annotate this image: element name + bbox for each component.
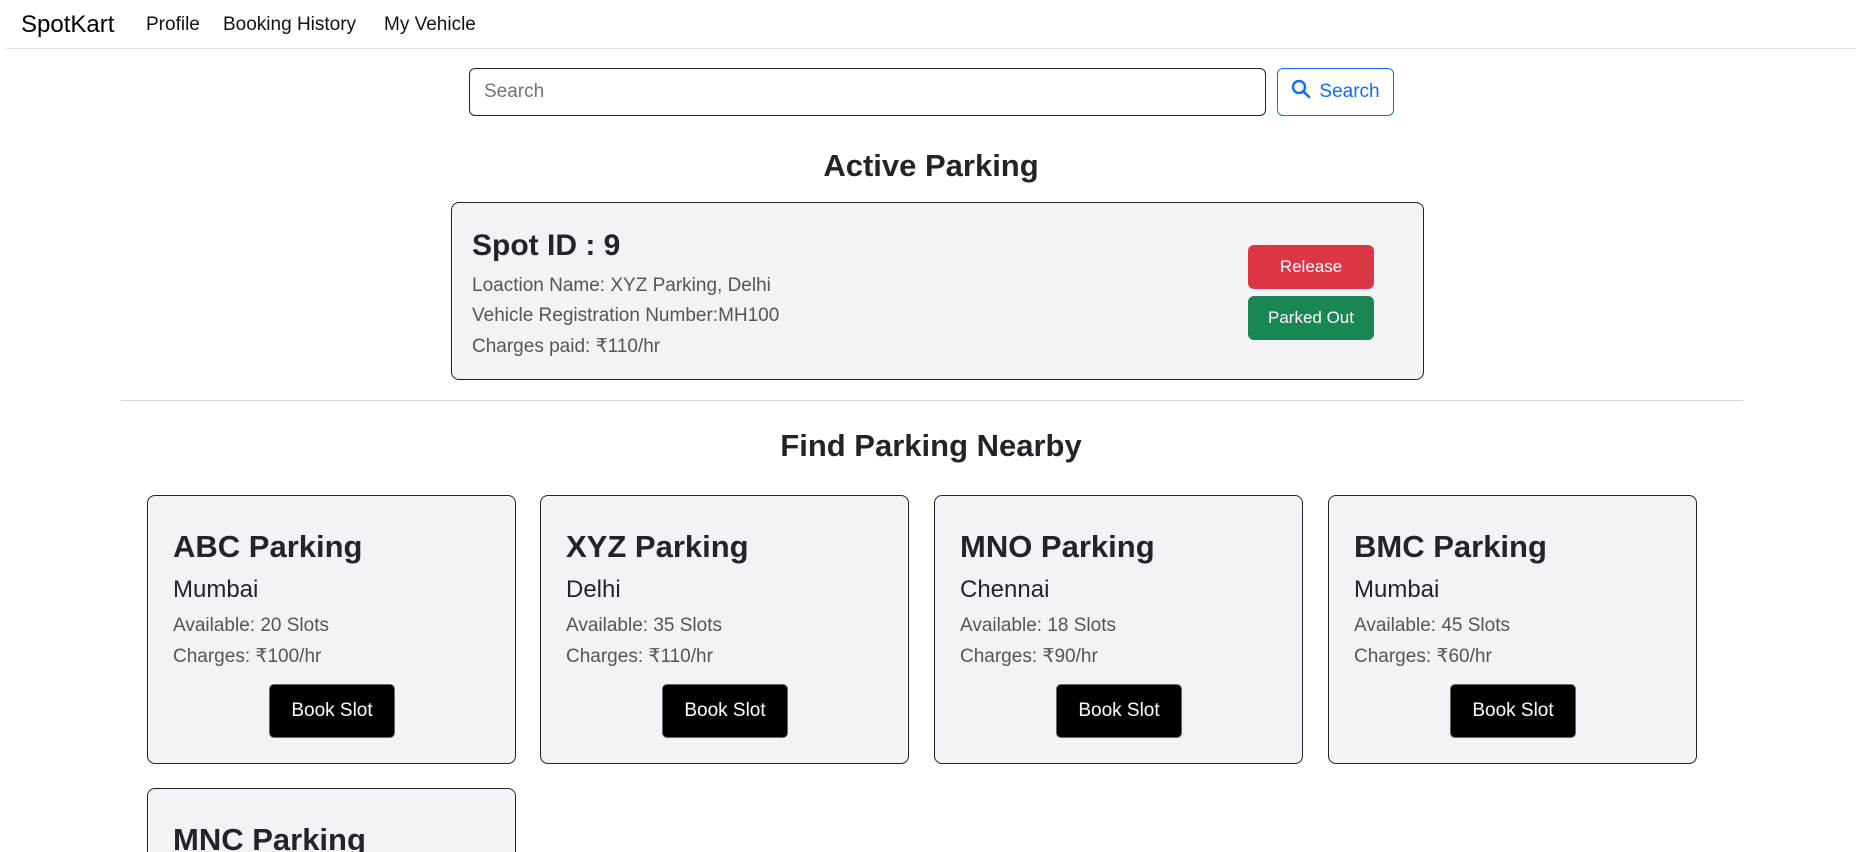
- parking-city: Mumbai: [1354, 576, 1440, 603]
- brand-logo[interactable]: SpotKart: [21, 11, 114, 39]
- parking-charges: Charges: ₹100/hr: [173, 646, 322, 667]
- book-slot-button[interactable]: Book Slot: [269, 684, 395, 738]
- parking-charges: Charges: ₹60/hr: [1354, 646, 1492, 667]
- parking-city: Chennai: [960, 576, 1050, 603]
- nav-link-my-vehicle[interactable]: My Vehicle: [384, 14, 476, 36]
- spot-id: Spot ID : 9: [472, 229, 621, 262]
- parking-charges: Charges: ₹110/hr: [566, 646, 713, 667]
- parking-city: Mumbai: [173, 576, 259, 603]
- search-icon: [1291, 79, 1311, 105]
- location-name: Loaction Name: XYZ Parking, Delhi: [472, 275, 771, 296]
- nav-link-profile[interactable]: Profile: [146, 14, 200, 36]
- active-parking-heading: Active Parking: [823, 148, 1039, 183]
- search-button-label: Search: [1319, 81, 1380, 102]
- parking-charges: Charges: ₹90/hr: [960, 646, 1098, 667]
- parking-name: MNO Parking: [960, 529, 1155, 564]
- navbar: SpotKart Profile Booking History My Vehi…: [6, 0, 1856, 49]
- parking-availability: Available: 35 Slots: [566, 615, 722, 636]
- parking-city: Delhi: [566, 576, 621, 603]
- parking-name: ABC Parking: [173, 529, 363, 564]
- search-input[interactable]: [469, 68, 1266, 116]
- parking-availability: Available: 20 Slots: [173, 615, 329, 636]
- book-slot-button[interactable]: Book Slot: [1450, 684, 1576, 738]
- book-slot-button[interactable]: Book Slot: [662, 684, 788, 738]
- parking-availability: Available: 18 Slots: [960, 615, 1116, 636]
- parking-card: MNO Parking Chennai Available: 18 Slots …: [934, 495, 1303, 764]
- book-slot-button[interactable]: Book Slot: [1056, 684, 1182, 738]
- charges-paid: Charges paid: ₹110/hr: [472, 336, 661, 357]
- parking-name: MNC Parking: [173, 822, 366, 852]
- parking-card: XYZ Parking Delhi Available: 35 Slots Ch…: [540, 495, 909, 764]
- parking-card: ABC Parking Mumbai Available: 20 Slots C…: [147, 495, 516, 764]
- section-divider: [121, 400, 1743, 401]
- active-parking-card: Spot ID : 9 Loaction Name: XYZ Parking, …: [451, 202, 1424, 380]
- parking-name: BMC Parking: [1354, 529, 1547, 564]
- parking-name: XYZ Parking: [566, 529, 749, 564]
- release-button[interactable]: Release: [1248, 245, 1374, 289]
- search-button[interactable]: Search: [1277, 68, 1394, 116]
- nav-link-booking-history[interactable]: Booking History: [223, 14, 356, 36]
- parking-card: MNC Parking: [147, 788, 516, 852]
- vehicle-registration: Vehicle Registration Number:MH100: [472, 305, 780, 326]
- parking-availability: Available: 45 Slots: [1354, 615, 1510, 636]
- parked-out-button[interactable]: Parked Out: [1248, 296, 1374, 340]
- parking-card: BMC Parking Mumbai Available: 45 Slots C…: [1328, 495, 1697, 764]
- find-parking-heading: Find Parking Nearby: [780, 428, 1082, 463]
